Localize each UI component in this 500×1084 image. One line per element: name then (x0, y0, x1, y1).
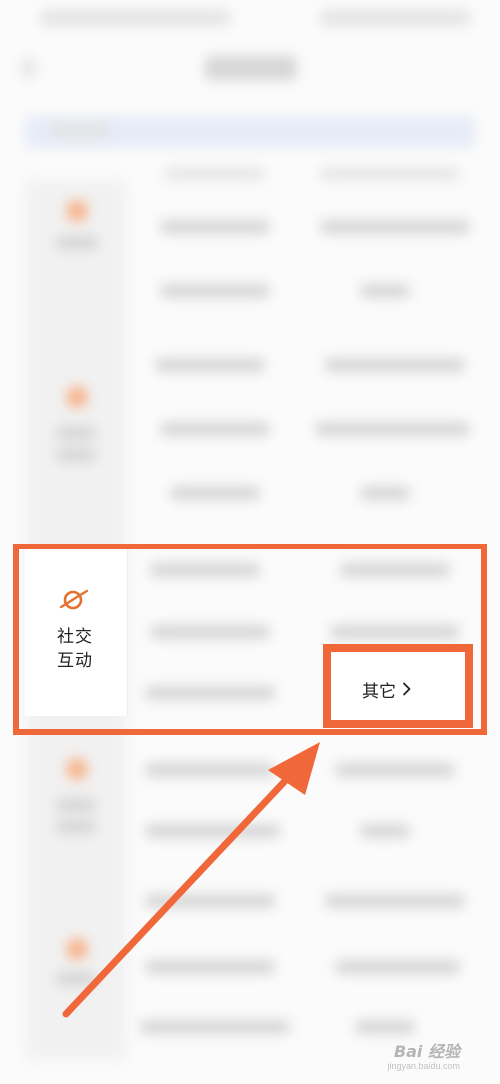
category-label-blob (56, 820, 96, 834)
watermark-url: jingyan.baidu.com (387, 1061, 460, 1071)
cell-blob (325, 894, 465, 908)
category-icon-blob (66, 938, 88, 960)
cell-blob (325, 358, 465, 372)
category-label-blob (56, 236, 98, 250)
cell-blob (155, 358, 265, 372)
cell-blob (160, 284, 270, 298)
page-title-blob (205, 56, 297, 80)
cell-blob (335, 960, 460, 974)
cell-blob (160, 422, 270, 436)
blurred-background (0, 0, 500, 1084)
category-label-blob (56, 798, 96, 812)
chevron-right-icon (403, 682, 411, 696)
cell-blob (315, 422, 470, 436)
cell-blob (145, 763, 275, 777)
column-header-blob (320, 168, 460, 180)
status-bar-blob (40, 10, 230, 26)
category-icon-blob (66, 758, 88, 780)
cell-blob (360, 486, 410, 500)
category-icon-blob (66, 386, 88, 408)
category-icon-blob (66, 200, 88, 222)
cell-blob (355, 1020, 415, 1034)
cell-blob (160, 220, 270, 234)
cell-blob (140, 1020, 290, 1034)
cell-blob (170, 486, 260, 500)
cell-blob (320, 220, 470, 234)
table-header-text-blob (50, 124, 110, 138)
category-label-blob (56, 972, 96, 986)
other-link-label: 其它 (362, 681, 396, 702)
cell-blob (360, 824, 410, 838)
cell-blob (145, 960, 275, 974)
status-bar-blob (320, 10, 470, 26)
cell-blob (145, 894, 275, 908)
back-icon-blob (22, 58, 36, 78)
watermark-logo: Bai 经验 (393, 1042, 460, 1061)
category-label-blob (56, 448, 96, 462)
cell-blob (145, 824, 280, 838)
cell-blob (335, 763, 455, 777)
category-label-blob (56, 426, 96, 440)
column-header-blob (165, 168, 265, 180)
cell-blob (360, 284, 410, 298)
other-link[interactable]: 其它 (362, 678, 412, 702)
